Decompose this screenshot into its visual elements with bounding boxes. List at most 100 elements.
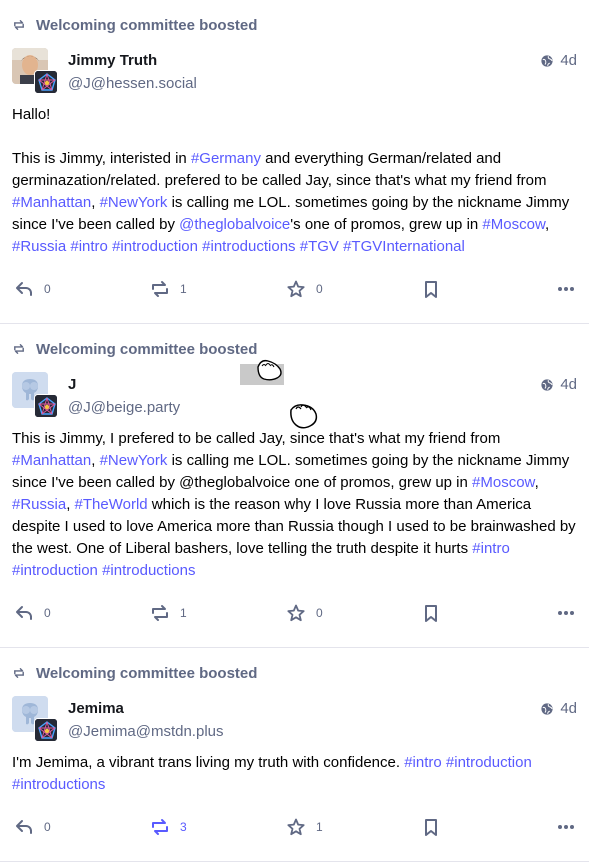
hashtag-link[interactable]: #introduction — [446, 754, 532, 771]
status-paragraph: This is Jimmy, interisted in #Germany an… — [12, 148, 577, 258]
relative-time[interactable]: 4d — [560, 52, 577, 69]
boost-count: 1 — [180, 606, 187, 620]
status-header: Jemima @Jemima@mstdn.plus 4d — [12, 696, 577, 746]
hashtag-link[interactable]: #NewYork — [100, 452, 168, 469]
status-text: I'm Jemima, a vibrant trans living my tr… — [12, 754, 405, 771]
boost-count: 1 — [180, 282, 187, 296]
favourite-count: 1 — [316, 820, 323, 834]
booster-avatar — [34, 394, 58, 418]
favourite-button[interactable]: 1 — [286, 817, 323, 837]
reply-count: 0 — [44, 606, 51, 620]
hashtag-link[interactable]: #Manhattan — [12, 452, 91, 469]
display-name[interactable]: Jimmy Truth — [68, 51, 197, 71]
hashtag-link[interactable]: #Moscow — [482, 216, 545, 233]
status-meta[interactable]: 4d — [540, 376, 577, 393]
boost-prepend[interactable]: Welcoming committee boosted — [12, 16, 577, 34]
favourite-button[interactable]: 0 — [286, 279, 323, 299]
status-meta[interactable]: 4d — [540, 52, 577, 69]
author-info[interactable]: Jemima @Jemima@mstdn.plus — [68, 699, 224, 743]
star-icon — [286, 603, 306, 623]
boost-icon — [150, 279, 170, 299]
account-handle: @Jemima@mstdn.plus — [68, 723, 224, 740]
status-text: 's one of promos, grew up in — [290, 216, 483, 233]
status-text: , — [66, 496, 75, 513]
globe-icon — [540, 54, 560, 68]
hashtag-link[interactable]: #TheWorld — [75, 496, 148, 513]
hashtag-link[interactable]: #Germany — [191, 150, 261, 167]
hashtag-link[interactable]: #introductions — [102, 562, 195, 579]
status-post[interactable]: Welcoming committee boosted J @J@beige.par… — [0, 340, 589, 648]
hashtag-link[interactable]: #Manhattan — [12, 194, 91, 211]
mention-link[interactable]: @theglobalvoice — [179, 216, 290, 233]
boost-icon — [12, 18, 36, 32]
status-text: , — [544, 216, 550, 233]
avatar[interactable] — [12, 372, 60, 420]
hashtag-link[interactable]: #Russia — [12, 238, 66, 255]
bookmark-button[interactable] — [421, 279, 441, 299]
boost-prepend[interactable]: Welcoming committee boosted — [12, 340, 577, 358]
bookmark-icon — [421, 279, 441, 299]
account-handle: @J@beige.party — [68, 399, 181, 416]
boost-button[interactable]: 1 — [150, 603, 187, 623]
boost-button[interactable]: 1 — [150, 279, 187, 299]
status-content: I'm Jemima, a vibrant trans living my tr… — [12, 752, 577, 796]
favourite-count: 0 — [316, 606, 323, 620]
hashtag-link[interactable]: #Moscow — [472, 474, 535, 491]
reply-icon — [14, 817, 34, 837]
globe-icon — [540, 702, 560, 716]
bookmark-button[interactable] — [421, 603, 441, 623]
boost-icon — [12, 342, 36, 356]
bookmark-button[interactable] — [421, 817, 441, 837]
hashtag-link[interactable]: #TGV — [300, 238, 339, 255]
status-paragraph: Hallo! — [12, 104, 577, 126]
hashtag-link[interactable]: #introduction — [12, 562, 98, 579]
status-post[interactable]: Welcoming committee boosted Jimmy Truth @J… — [0, 16, 589, 324]
hashtag-link[interactable]: #intro — [70, 238, 108, 255]
status-paragraph: This is Jimmy, I prefered to be called J… — [12, 428, 577, 582]
status-text: , — [91, 452, 100, 469]
status-post[interactable]: Welcoming committee boosted Jemima @Jemima… — [0, 664, 589, 862]
status-meta[interactable]: 4d — [540, 700, 577, 717]
status-content: This is Jimmy, I prefered to be called J… — [12, 428, 577, 582]
author-info[interactable]: Jimmy Truth @J@hessen.social — [68, 51, 197, 95]
more-button[interactable] — [556, 603, 576, 623]
hashtag-link[interactable]: #introduction — [112, 238, 198, 255]
action-bar: 0 3 1 — [12, 817, 577, 837]
reply-button[interactable]: 0 — [14, 817, 51, 837]
display-name[interactable]: Jemima — [68, 699, 224, 719]
hashtag-link[interactable]: #introductions — [12, 776, 105, 793]
favourite-button[interactable]: 0 — [286, 603, 323, 623]
boost-label: Welcoming committee boosted — [36, 16, 258, 34]
status-text: , — [91, 194, 100, 211]
hashtag-link[interactable]: #NewYork — [100, 194, 168, 211]
reply-button[interactable]: 0 — [14, 279, 51, 299]
more-icon — [556, 817, 576, 837]
hashtag-link[interactable]: #intro — [404, 754, 442, 771]
hashtag-link[interactable]: #introductions — [202, 238, 295, 255]
relative-time[interactable]: 4d — [560, 700, 577, 717]
boost-icon — [12, 666, 36, 680]
avatar[interactable] — [12, 48, 60, 96]
boost-button[interactable]: 3 — [150, 817, 187, 837]
boost-label: Welcoming committee boosted — [36, 664, 258, 682]
timeline-feed: Welcoming committee boosted Jimmy Truth @J… — [0, 16, 589, 862]
bookmark-icon — [421, 603, 441, 623]
status-text: , — [534, 474, 539, 491]
reply-count: 0 — [44, 282, 51, 296]
boost-prepend[interactable]: Welcoming committee boosted — [12, 664, 577, 682]
boost-count: 3 — [180, 820, 187, 834]
favourite-count: 0 — [316, 282, 323, 296]
relative-time[interactable]: 4d — [560, 376, 577, 393]
avatar[interactable] — [12, 696, 60, 744]
author-info[interactable]: J @J@beige.party — [68, 375, 180, 419]
reply-button[interactable]: 0 — [14, 603, 51, 623]
star-icon — [286, 817, 306, 837]
display-name[interactable]: J — [68, 375, 180, 395]
hashtag-link[interactable]: #Russia — [12, 496, 66, 513]
bookmark-icon — [421, 817, 441, 837]
hashtag-link[interactable]: #TGVInternational — [343, 238, 465, 255]
more-button[interactable] — [556, 817, 576, 837]
hashtag-link[interactable]: #intro — [472, 540, 510, 557]
more-button[interactable] — [556, 279, 576, 299]
status-text: This is Jimmy, I prefered to be called J… — [12, 430, 501, 447]
